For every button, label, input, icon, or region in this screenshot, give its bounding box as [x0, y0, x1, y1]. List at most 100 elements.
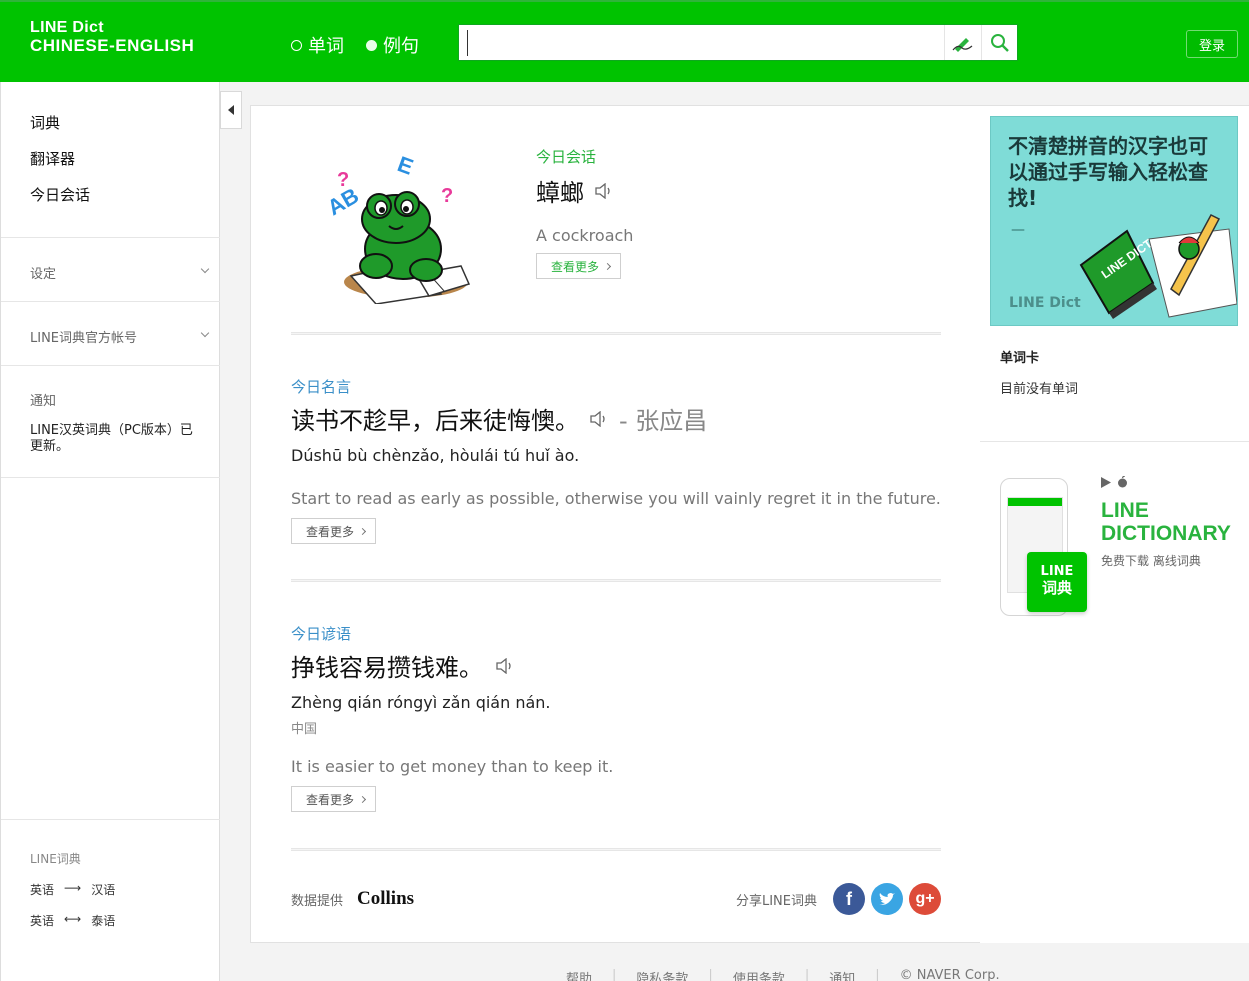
speaker-icon[interactable] [589, 410, 609, 427]
conversation-translation: A cockroach [536, 226, 634, 245]
main-content: AB E ? ? 今日会话 蟑螂 A cockroach 查看更多 今日名言 读… [250, 105, 981, 943]
app-download-promo[interactable]: LINE 词典 LINE DICTIONARY 免费下载 离线词典 [980, 466, 1249, 626]
sidebar-collapse-button[interactable] [220, 91, 242, 129]
svg-text:E: E [394, 154, 416, 180]
logo[interactable]: LINE Dict CHINESE-ENGLISH [30, 19, 194, 55]
official-account-toggle[interactable]: LINE词典官方帐号 [30, 327, 220, 346]
sidebar-nav: 词典 翻译器 今日会话 [1, 82, 219, 220]
speaker-icon[interactable] [594, 182, 614, 199]
separator: | [708, 968, 713, 981]
left-sidebar: 词典 翻译器 今日会话 设定 LINE词典官方帐号 通知 LINE汉英词典（PC… [0, 82, 220, 981]
logo-line1: LINE Dict [30, 19, 104, 36]
settings-section: 设定 [1, 237, 220, 301]
svg-text:?: ? [337, 169, 349, 191]
app-title-line1: LINE [1101, 499, 1149, 522]
share-buttons: f g+ [833, 883, 941, 915]
lang-from: 英语 [30, 883, 55, 897]
data-provider-label: 数据提供 [291, 893, 344, 909]
settings-toggle[interactable]: 设定 [30, 263, 220, 282]
footer-copyright: © NAVER Corp. [899, 968, 1000, 981]
proverb-block: 今日谚语 挣钱容易攒钱难。 Zhèng qián róngyì zǎn qián… [291, 623, 941, 812]
notice-link[interactable]: LINE汉英词典（PC版本）已更新。 [30, 423, 202, 455]
facebook-icon[interactable]: f [833, 883, 865, 915]
handwriting-button[interactable] [944, 25, 981, 60]
arrow-both-icon: ⟷ [64, 912, 82, 926]
arrow-right-icon: ⟶ [64, 881, 82, 895]
footer-links: 帮助 | 隐私条款 | 使用条款 | 通知 | © NAVER Corp. [566, 968, 1000, 981]
chevron-right-icon [603, 262, 612, 270]
wordcard-title: 单词卡 [1000, 351, 1040, 366]
footer-help-link[interactable]: 帮助 [566, 968, 592, 981]
handwriting-promo-banner[interactable]: 不清楚拼音的汉字也可以通过手写输入轻松查找! — LINE Dict LINE … [990, 116, 1238, 326]
promo-brand: LINE Dict [1009, 295, 1081, 311]
sidebar-item-translator[interactable]: 翻译器 [30, 148, 219, 184]
top-header: LINE Dict CHINESE-ENGLISH 单词 例句 登录 [0, 0, 1249, 82]
proverb-pinyin: Zhèng qián róngyì zǎn qián nán. [291, 693, 551, 712]
lang-to: 泰语 [91, 914, 116, 928]
search-mode-group: 单词 例句 [291, 32, 419, 58]
mode-word-label: 单词 [308, 36, 344, 57]
footer-privacy-link[interactable]: 隐私条款 [636, 968, 688, 981]
mode-sentence-radio[interactable]: 例句 [366, 32, 419, 58]
conversation-block: 今日会话 蟑螂 A cockroach 查看更多 [536, 146, 633, 279]
footer-notice-link[interactable]: 通知 [829, 968, 855, 981]
separator: | [875, 968, 880, 981]
app-badge-line2: 词典 [1041, 579, 1072, 597]
search-button[interactable] [981, 25, 1018, 60]
radio-off-icon [291, 39, 302, 51]
app-title: LINE DICTIONARY [1101, 499, 1231, 545]
store-icons [1101, 476, 1128, 488]
mode-word-radio[interactable]: 单词 [291, 32, 344, 58]
credits-bar: 数据提供 Collins 分享LINE词典 f g+ [291, 882, 941, 916]
notice-section: 通知 LINE汉英词典（PC版本）已更新。 [1, 365, 220, 478]
search-input[interactable] [467, 30, 937, 56]
dict-link-en-zh[interactable]: 英语 ⟶ 汉语 [30, 881, 220, 898]
sidebar-item-conversation[interactable]: 今日会话 [30, 184, 219, 220]
pen-icon [952, 37, 973, 52]
quote-author: - 张应昌 [619, 407, 708, 435]
chevron-down-icon [200, 328, 210, 338]
app-badge-line1: LINE [1040, 564, 1074, 579]
more-label: 查看更多 [551, 259, 600, 274]
app-title-line2: DICTIONARY [1101, 522, 1231, 545]
book-pencil-illustration: LINE DICT [1079, 214, 1237, 319]
proverb-origin: 中国 [291, 722, 318, 737]
login-button[interactable]: 登录 [1186, 30, 1238, 58]
proverb-text: 挣钱容易攒钱难。 [291, 654, 483, 682]
wordcard-empty-text: 目前没有单词 [1000, 382, 1079, 397]
search-box [458, 24, 1018, 61]
apple-icon [1118, 476, 1127, 488]
lang-to: 汉语 [91, 883, 116, 897]
app-subtitle: 免费下载 离线词典 [1101, 554, 1201, 568]
chevron-right-icon [358, 795, 367, 803]
quote-block: 今日名言 读书不趁早，后来徒悔懊。 - 张应昌 Dúshū bù chènzǎo… [291, 376, 941, 544]
sidebar-footer: LINE词典 英语 ⟶ 汉语 英语 ⟷ 泰语 [1, 819, 220, 981]
proverb-translation: It is easier to get money than to keep i… [291, 757, 614, 776]
dict-link-en-th[interactable]: 英语 ⟷ 泰语 [30, 912, 220, 929]
quote-text: 读书不趁早，后来徒悔懊。 [291, 407, 579, 435]
google-play-icon [1101, 476, 1111, 488]
google-plus-icon[interactable]: g+ [909, 883, 941, 915]
proverb-more-button[interactable]: 查看更多 [291, 786, 377, 812]
conversation-more-button[interactable]: 查看更多 [536, 253, 622, 279]
radio-on-icon [366, 39, 377, 51]
quote-label: 今日名言 [291, 378, 352, 396]
triangle-left-icon [228, 105, 234, 115]
sidebar-item-dictionary[interactable]: 词典 [30, 112, 219, 148]
footer-terms-link[interactable]: 使用条款 [733, 968, 785, 981]
official-account-section: LINE词典官方帐号 [1, 301, 220, 365]
svg-text:?: ? [441, 185, 453, 207]
collins-logo[interactable]: Collins [357, 888, 414, 910]
lang-from: 英语 [30, 914, 55, 928]
right-column: 不清楚拼音的汉字也可以通过手写输入轻松查找! — LINE Dict LINE … [980, 105, 1249, 943]
quote-more-button[interactable]: 查看更多 [291, 518, 377, 544]
twitter-bird-icon [879, 892, 895, 905]
promo-dash: — [1011, 222, 1025, 238]
quote-pinyin: Dúshū bù chènzǎo, hòulái tú huǐ ào. [291, 446, 580, 465]
speaker-icon[interactable] [495, 657, 515, 674]
conversation-word: 蟑螂 [536, 179, 584, 207]
more-label: 查看更多 [306, 524, 355, 539]
twitter-icon[interactable] [871, 883, 903, 915]
more-label: 查看更多 [306, 792, 355, 807]
search-icon [991, 33, 1009, 52]
